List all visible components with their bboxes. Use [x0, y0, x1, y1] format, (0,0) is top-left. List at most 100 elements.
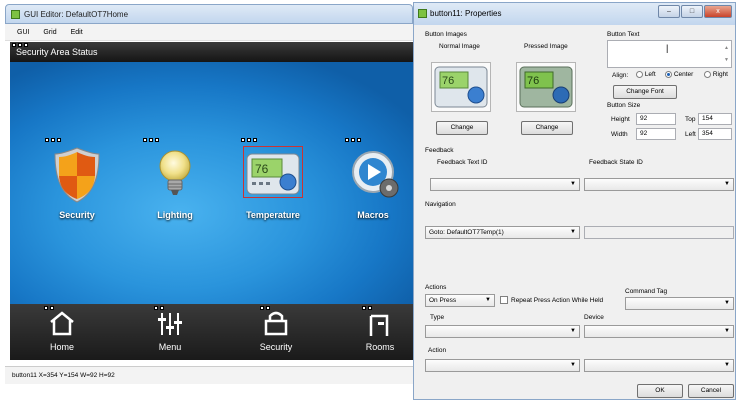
handle-icon[interactable]: [160, 306, 164, 310]
handle-icon[interactable]: [155, 138, 159, 142]
type-select[interactable]: ▼: [425, 325, 580, 338]
handle-icon[interactable]: [351, 138, 355, 142]
menu-gui[interactable]: GUI: [17, 24, 29, 41]
maximize-button[interactable]: □: [681, 5, 703, 18]
tile-temperature[interactable]: 76 Temperature: [241, 138, 305, 228]
tile-security[interactable]: Security: [45, 138, 109, 228]
feedback-text-id-label: Feedback Text ID: [437, 159, 488, 166]
handle-icon[interactable]: [368, 306, 372, 310]
width-label: Width: [611, 131, 628, 138]
align-right-option[interactable]: Right: [704, 71, 728, 78]
header-title[interactable]: Security Area Status: [16, 47, 98, 57]
radio-icon[interactable]: [636, 71, 643, 78]
normal-image-label: Normal Image: [439, 43, 480, 50]
align-center-option[interactable]: Center: [665, 71, 693, 78]
feedback-text-id-select[interactable]: ▼: [430, 178, 580, 191]
handle-icon[interactable]: [57, 138, 61, 142]
home-icon: [50, 311, 74, 336]
tile-label: Security: [59, 210, 95, 220]
repeat-checkbox[interactable]: [500, 296, 508, 304]
menu-sliders-icon: [158, 313, 182, 335]
change-pressed-image-button[interactable]: Change: [521, 121, 573, 135]
scroll-up-icon[interactable]: ▲: [724, 43, 729, 53]
security-icon: [264, 311, 288, 336]
close-button[interactable]: x: [704, 5, 732, 18]
chevron-down-icon: ▼: [570, 328, 576, 334]
thermostat-icon: 76: [434, 66, 488, 108]
normal-image-preview[interactable]: 76: [431, 62, 491, 112]
handle-icon[interactable]: [51, 138, 55, 142]
scroll-down-icon[interactable]: ▼: [724, 55, 729, 65]
action-param-select[interactable]: ▼: [584, 359, 734, 372]
canvas-nav-bar: Home Menu Security Rooms: [10, 304, 413, 360]
nav-security[interactable]: Security: [246, 304, 306, 360]
align-left-option[interactable]: Left: [636, 71, 656, 78]
handle-icon[interactable]: [45, 138, 49, 142]
action-select[interactable]: ▼: [425, 359, 580, 372]
shield-icon: [54, 147, 100, 203]
radio-icon[interactable]: [704, 71, 711, 78]
dialog-title: button11: Properties: [430, 9, 502, 18]
change-normal-image-button[interactable]: Change: [436, 121, 488, 135]
tile-macros[interactable]: Macros: [341, 138, 405, 228]
handle-icon[interactable]: [260, 306, 264, 310]
nav-menu[interactable]: Menu: [140, 304, 200, 360]
nav-home[interactable]: Home: [32, 304, 92, 360]
height-input[interactable]: 92: [636, 113, 676, 125]
minimize-button[interactable]: –: [658, 5, 680, 18]
button-size-label: Button Size: [607, 102, 641, 109]
feedback-state-id-label: Feedback State ID: [589, 159, 643, 166]
left-input[interactable]: 354: [698, 128, 732, 140]
cancel-button[interactable]: Cancel: [688, 384, 734, 398]
command-tag-select[interactable]: ▼: [625, 297, 734, 310]
handle-icon[interactable]: [44, 306, 48, 310]
button-text-input[interactable]: | ▲ ▼: [607, 40, 732, 68]
play-gear-icon: [352, 151, 399, 198]
handle-icon[interactable]: [241, 138, 245, 142]
device-select[interactable]: ▼: [584, 325, 734, 338]
navigation-param-field[interactable]: [584, 226, 734, 239]
handle-icon[interactable]: [247, 138, 251, 142]
editor-title-bar[interactable]: GUI Editor: DefaultOT7Home: [5, 4, 413, 24]
chevron-down-icon: ▼: [570, 229, 576, 235]
handle-icon[interactable]: [362, 306, 366, 310]
type-label: Type: [430, 314, 445, 321]
change-font-button[interactable]: Change Font: [613, 85, 677, 99]
properties-dialog: button11: Properties – □ x Button Images…: [413, 2, 736, 400]
canvas-header-bar[interactable]: Security Area Status: [10, 42, 413, 62]
dialog-title-bar[interactable]: button11: Properties – □ x: [414, 3, 735, 25]
width-input[interactable]: 92: [636, 128, 676, 140]
navigation-select[interactable]: Goto: DefaultOT7Temp(1) ▼: [425, 226, 580, 239]
nav-label: Rooms: [365, 342, 395, 352]
handle-icon[interactable]: [266, 306, 270, 310]
handle-icon[interactable]: [357, 138, 361, 142]
handle-icon[interactable]: [253, 138, 257, 142]
gui-editor-window: GUI Editor: DefaultOT7Home GUI Grid Edit…: [0, 0, 413, 400]
radio-selected-icon[interactable]: [665, 71, 672, 78]
actions-select[interactable]: On Press ▼: [425, 294, 495, 307]
device-label: Device: [584, 314, 604, 321]
design-canvas[interactable]: Security Area Status Security Lighting 7…: [10, 42, 413, 360]
pressed-image-label: Pressed Image: [524, 43, 568, 50]
tile-label: Temperature: [246, 210, 300, 220]
repeat-label: Repeat Press Action While Held: [511, 297, 604, 304]
editor-status-bar: button11 X=354 Y=154 W=92 H=92: [5, 366, 413, 384]
top-input[interactable]: 154: [698, 113, 732, 125]
height-label: Height: [611, 116, 630, 123]
chevron-down-icon: ▼: [724, 328, 730, 334]
chevron-down-icon: ▼: [724, 300, 730, 306]
tile-lighting[interactable]: Lighting: [143, 138, 207, 228]
handle-icon[interactable]: [154, 306, 158, 310]
handle-icon[interactable]: [50, 306, 54, 310]
handle-icon[interactable]: [143, 138, 147, 142]
handle-icon[interactable]: [149, 138, 153, 142]
feedback-state-id-select[interactable]: ▼: [584, 178, 734, 191]
nav-label: Menu: [158, 342, 182, 352]
handle-icon[interactable]: [345, 138, 349, 142]
menu-grid[interactable]: Grid: [43, 24, 56, 41]
ok-button[interactable]: OK: [637, 384, 683, 398]
pressed-image-preview[interactable]: 76: [516, 62, 576, 112]
menu-edit[interactable]: Edit: [71, 24, 83, 41]
nav-rooms[interactable]: Rooms: [350, 304, 410, 360]
thermostat-pressed-icon: 76: [519, 66, 573, 108]
